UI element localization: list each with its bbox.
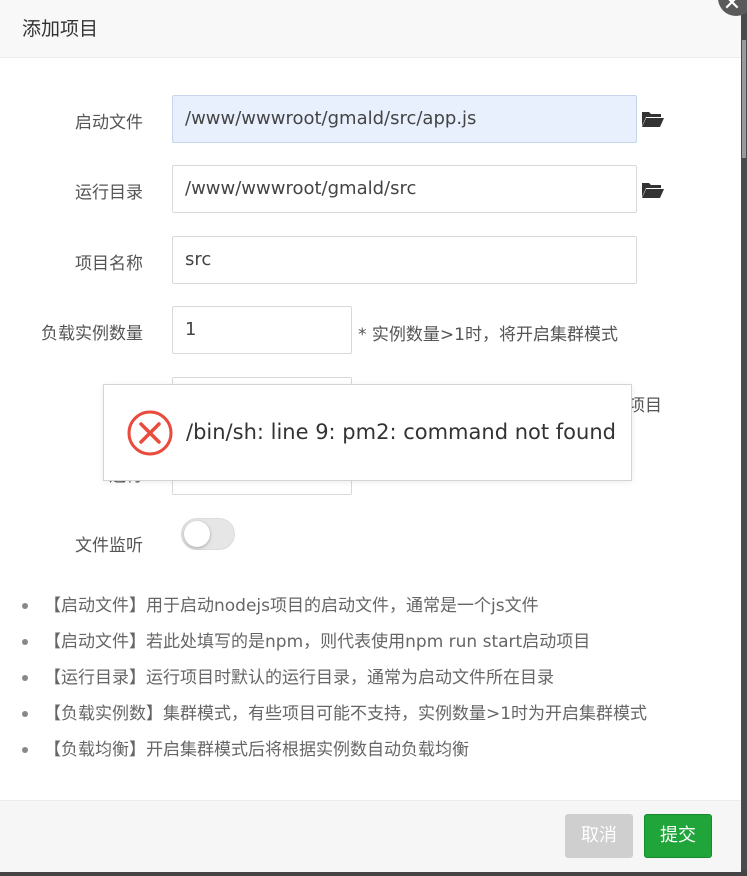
list-item: 【负载实例数】集群模式，有些项目可能不支持，实例数量>1时为开启集群模式	[22, 698, 647, 734]
bullet-icon	[22, 675, 28, 681]
error-circle-icon	[127, 410, 173, 456]
tip-text: 【负载均衡】开启集群模式后将根据实例数自动负载均衡	[44, 740, 469, 760]
start-file-input[interactable]: /www/wwwroot/gmald/src/app.js	[172, 95, 637, 143]
project-name-label: 项目名称	[75, 254, 143, 274]
run-dir-input[interactable]: /www/wwwroot/gmald/src	[172, 165, 637, 213]
project-name-input[interactable]: src	[172, 236, 637, 284]
bullet-icon	[22, 639, 28, 645]
bullet-icon	[22, 711, 28, 717]
close-icon[interactable]: ✕	[718, 0, 747, 16]
submit-button[interactable]: 提交	[644, 814, 712, 858]
scrollbar-thumb[interactable]	[742, 40, 746, 158]
list-item: 【启动文件】若此处填写的是npm，则代表使用npm run start启动项目	[22, 626, 647, 662]
tip-text: 【负载实例数】集群模式，有些项目可能不支持，实例数量>1时为开启集群模式	[44, 704, 648, 724]
list-item: 【启动文件】用于启动nodejs项目的启动文件，通常是一个js文件	[22, 590, 647, 626]
memory-hint: 项目	[628, 396, 662, 416]
dialog-footer: 取消 提交	[0, 800, 741, 872]
folder-open-icon[interactable]	[641, 180, 665, 200]
tip-text: 【启动文件】用于启动nodejs项目的启动文件，通常是一个js文件	[44, 596, 539, 616]
tip-text: 【启动文件】若此处填写的是npm，则代表使用npm run start启动项目	[44, 632, 591, 652]
bullet-icon	[22, 747, 28, 753]
start-file-label: 启动文件	[75, 113, 143, 133]
list-item: 【负载均衡】开启集群模式后将根据实例数自动负载均衡	[22, 734, 647, 770]
error-toast: /bin/sh: line 9: pm2: command not found	[103, 384, 632, 481]
file-watch-toggle[interactable]	[181, 518, 235, 550]
instances-label: 负载实例数量	[41, 324, 143, 344]
dialog-header: 添加项目	[0, 0, 741, 58]
cancel-button[interactable]: 取消	[565, 814, 633, 858]
run-dir-label: 运行目录	[75, 183, 143, 203]
toggle-knob	[184, 521, 210, 547]
background-overlay	[741, 0, 747, 876]
instances-input[interactable]: 1	[172, 306, 352, 354]
tip-text: 【运行目录】运行项目时默认的运行目录，通常为启动文件所在目录	[44, 668, 554, 688]
error-message: /bin/sh: line 9: pm2: command not found	[186, 420, 616, 444]
file-watch-label: 文件监听	[75, 536, 143, 556]
folder-open-icon[interactable]	[641, 109, 665, 129]
tips-list: 【启动文件】用于启动nodejs项目的启动文件，通常是一个js文件 【启动文件】…	[22, 590, 647, 770]
list-item: 【运行目录】运行项目时默认的运行目录，通常为启动文件所在目录	[22, 662, 647, 698]
bullet-icon	[22, 603, 28, 609]
instances-hint: * 实例数量>1时，将开启集群模式	[358, 325, 618, 345]
dialog-title: 添加项目	[22, 18, 99, 40]
